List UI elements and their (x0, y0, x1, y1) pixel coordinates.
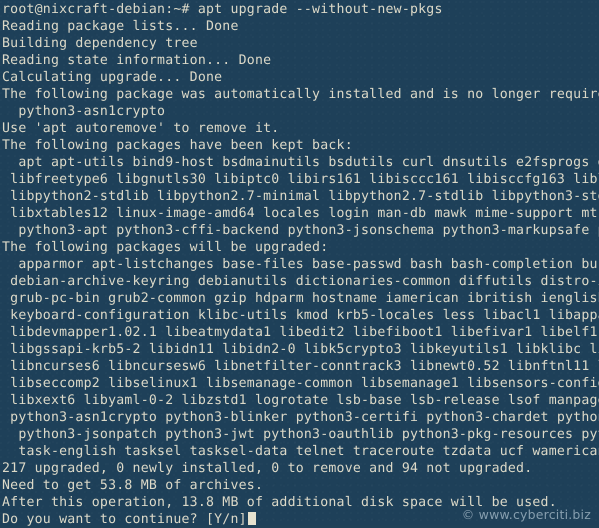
terminal-window[interactable]: root@nixcraft-debian:~# apt upgrade --wi… (0, 0, 599, 527)
terminal-line-package-list: libpython2-stdlib libpython2.7-minimal l… (2, 189, 599, 204)
terminal-line-package-list: debian-archive-keyring debianutils dicti… (2, 274, 599, 289)
text-cursor (247, 512, 256, 525)
terminal-line-download-size: Need to get 53.8 MB of archives. (2, 478, 264, 493)
terminal-line-package-list: libxtables12 linux-image-amd64 locales l… (2, 206, 599, 221)
terminal-line-package-list: keyboard-configuration klibc-utils kmod … (2, 308, 599, 323)
terminal-line-output: Reading state information... Done (2, 53, 272, 68)
watermark-text: © www.cyberciti.biz (461, 507, 591, 522)
terminal-line-package-list: libncurses6 libncursesw6 libnetfilter-co… (2, 359, 599, 374)
terminal-line-package-list: libseccomp2 libselinux1 libsemanage-comm… (2, 376, 599, 391)
terminal-line-package-list: python3-apt python3-cffi-backend python3… (2, 223, 599, 238)
terminal-line-upgrade-summary: 217 upgraded, 0 newly installed, 0 to re… (2, 461, 533, 476)
terminal-line-output: Reading package lists... Done (2, 19, 239, 34)
terminal-line-package-list: libgssapi-krb5-2 libidn11 libidn2-0 libk… (2, 342, 599, 357)
terminal-line-package-list: libdevmapper1.02.1 libeatmydata1 libedit… (2, 325, 599, 340)
terminal-line-package-list: python3-asn1crypto python3-blinker pytho… (2, 410, 599, 425)
terminal-line-output: Calculating upgrade... Done (2, 70, 223, 85)
terminal-line-output: Building dependency tree (2, 36, 198, 51)
terminal-line-package-list: libxext6 libyaml-0-2 libzstd1 logrotate … (2, 393, 599, 408)
terminal-line-package-list: apt apt-utils bind9-host bsdmainutils bs… (2, 155, 599, 170)
terminal-line-output: The following package was automatically … (2, 87, 599, 102)
terminal-line-package-list: task-english tasksel tasksel-data telnet… (2, 444, 599, 459)
terminal-line-prompt-command: root@nixcraft-debian:~# apt upgrade --wi… (2, 2, 443, 17)
terminal-line-package-list: python3-asn1crypto (2, 104, 166, 119)
terminal-line-output: The following packages have been kept ba… (2, 138, 353, 153)
terminal-line-output: Use 'apt autoremove' to remove it. (2, 121, 280, 136)
terminal-line-package-list: apparmor apt-listchanges base-files base… (2, 257, 599, 272)
terminal-line-package-list: grub-pc-bin grub2-common gzip hdparm hos… (2, 291, 599, 306)
terminal-line-output: The following packages will be upgraded: (2, 240, 329, 255)
terminal-line-package-list: libfreetype6 libgnutls30 libiptc0 libirs… (2, 172, 599, 187)
terminal-line-package-list: python3-jsonpatch python3-jwt python3-oa… (2, 427, 599, 442)
